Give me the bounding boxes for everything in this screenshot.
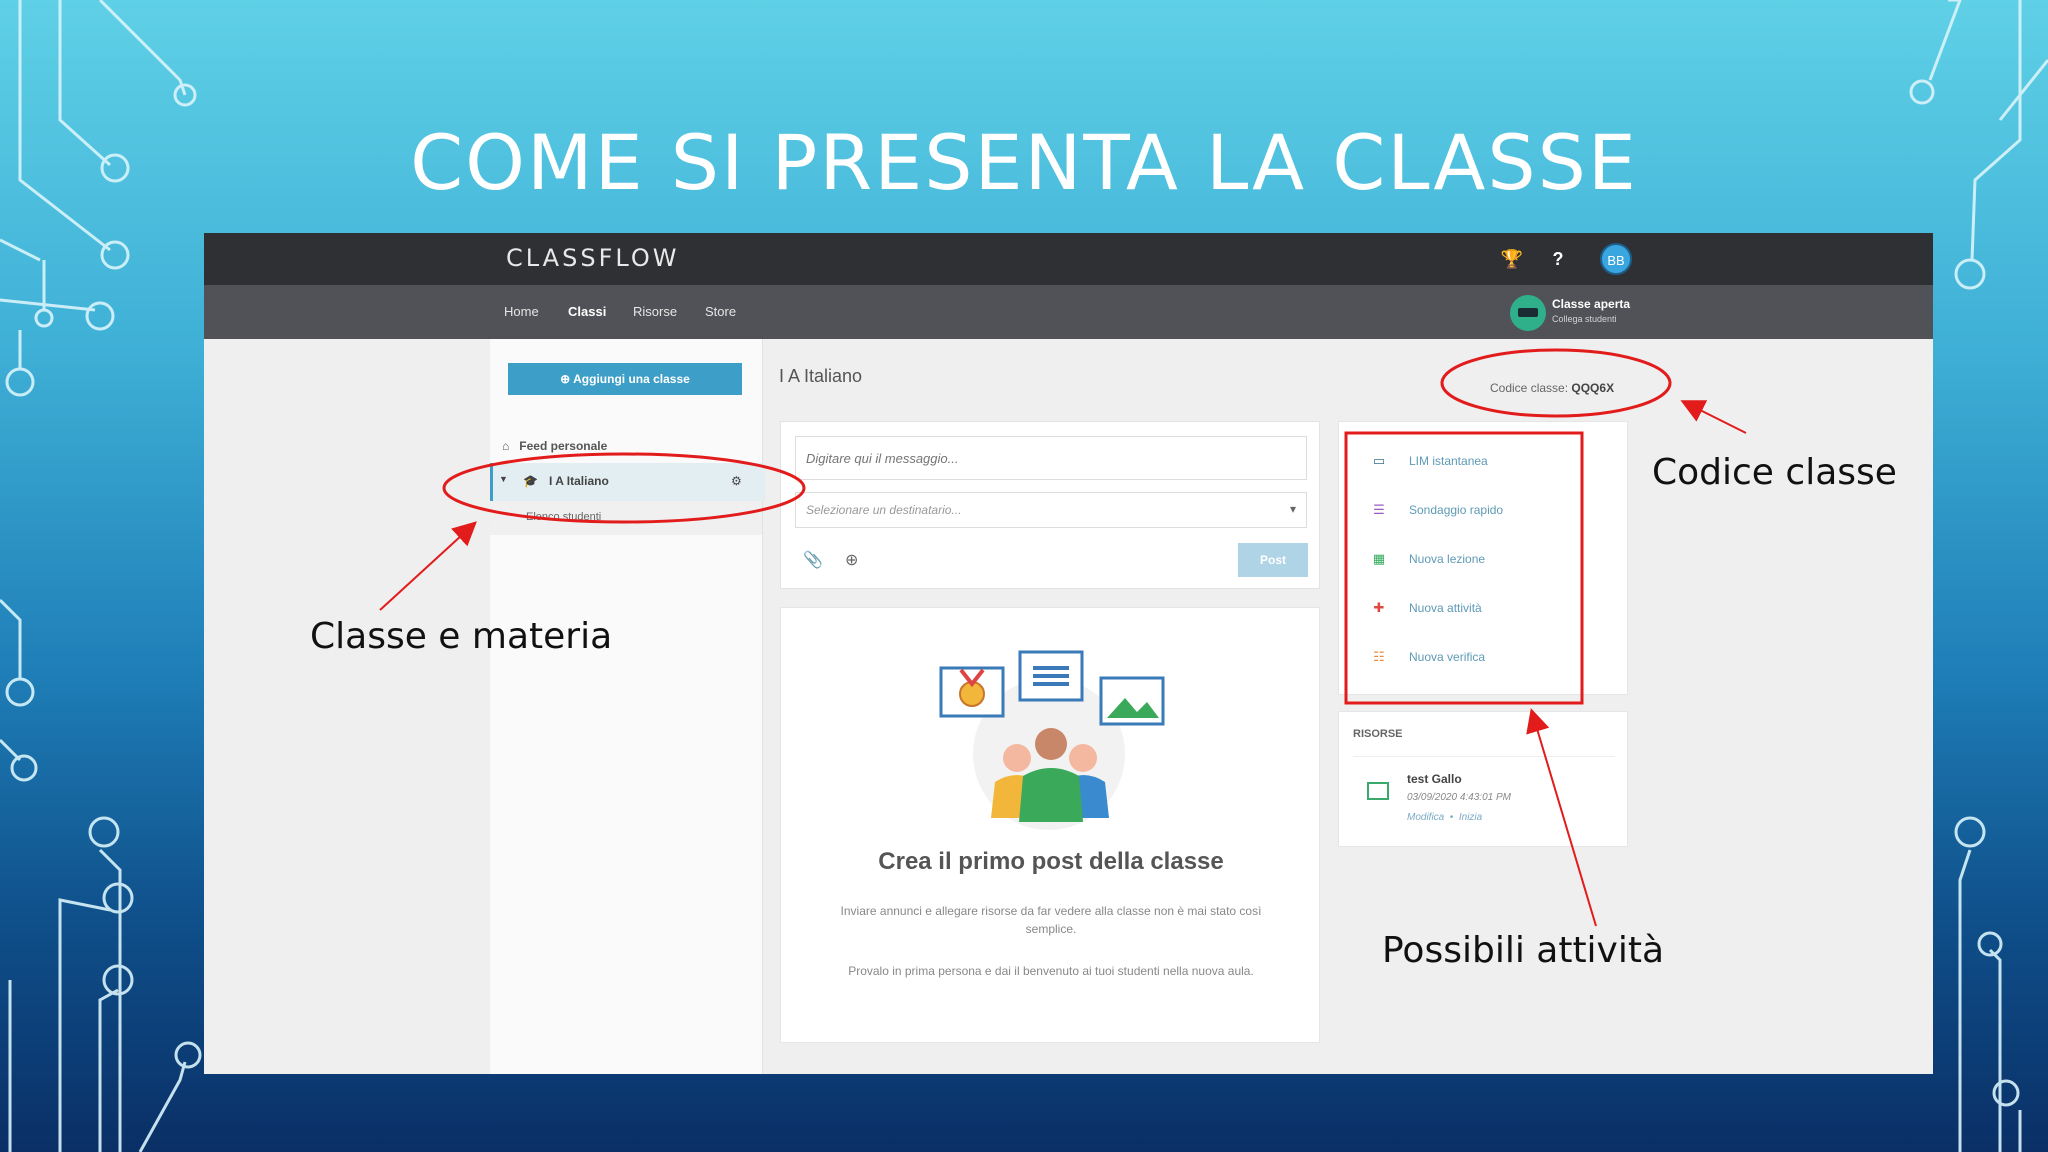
resources-panel: RISORSE test Gallo 03/09/2020 4:43:01 PM…: [1338, 711, 1628, 847]
nav-classi[interactable]: Classi: [568, 285, 606, 339]
empty-description-2: Provalo in prima persona e dai il benven…: [848, 964, 1254, 978]
quiz-icon: ☷: [1373, 649, 1385, 664]
caret-down-icon: ▼: [499, 474, 508, 484]
activity-label: Sondaggio rapido: [1409, 503, 1504, 517]
resource-name[interactable]: test Gallo: [1407, 772, 1462, 786]
slide-title: COME SI PRESENTA LA CLASSE: [410, 118, 1638, 207]
class-code: Codice classe: QQQ6X: [1490, 381, 1614, 395]
post-composer: Selezionare un destinatario... ▾ 📎 ⊕ Pos…: [780, 421, 1320, 589]
students-label: Elenco studenti: [526, 511, 602, 523]
activity-icon: ✚: [1373, 600, 1385, 615]
upload-circle-icon[interactable]: ⊕: [845, 550, 858, 570]
add-class-label: Aggiungi una classe: [573, 372, 690, 386]
recipient-placeholder: Selezionare un destinatario...: [806, 503, 962, 517]
nav-home[interactable]: Home: [504, 285, 539, 339]
open-class-subtitle: Collega studenti: [1552, 314, 1617, 324]
resource-date: 03/09/2020 4:43:01 PM: [1407, 792, 1511, 803]
feed-personale-link[interactable]: ⌂ Feed personale: [502, 439, 607, 453]
graduation-cap-icon: [1510, 295, 1546, 331]
class-name-label: I A Italiano: [549, 474, 609, 488]
user-avatar[interactable]: BB: [1600, 243, 1632, 275]
activity-label: Nuova attività: [1409, 601, 1482, 615]
paperclip-icon[interactable]: 📎: [803, 550, 823, 570]
poll-icon: ☰: [1373, 502, 1385, 517]
resource-start-link[interactable]: Inizia: [1459, 812, 1482, 823]
nav-bar: Home Classi Risorse Store Classe aperta …: [204, 285, 1933, 339]
graduation-cap-icon: 🎓: [523, 474, 538, 488]
activities-panel: ▭ LIM istantanea ☰ Sondaggio rapido ▦ Nu…: [1338, 421, 1628, 695]
class-sidebar: ⊕ Aggiungi una classe ⌂ Feed personale ▼…: [490, 339, 765, 1074]
activity-label: Nuova verifica: [1409, 650, 1486, 664]
empty-feed-card: Crea il primo post della classe Inviare …: [780, 607, 1320, 1043]
nav-store[interactable]: Store: [705, 285, 736, 339]
annotation-activities: Possibili attività: [1382, 930, 1665, 971]
resource-edit-link[interactable]: Modifica: [1407, 812, 1444, 823]
add-class-button[interactable]: ⊕ Aggiungi una classe: [508, 363, 742, 395]
home-icon: ⌂: [502, 439, 510, 453]
lesson-icon: [1367, 782, 1389, 800]
lesson-icon: ▦: [1372, 551, 1386, 566]
gear-icon[interactable]: ⚙: [731, 474, 742, 488]
open-class-title: Classe aperta: [1552, 297, 1631, 311]
trophy-icon[interactable]: 🏆: [1498, 245, 1526, 273]
feed-label: Feed personale: [519, 439, 608, 453]
resources-heading: RISORSE: [1353, 728, 1403, 740]
activity-label: LIM istantanea: [1409, 454, 1488, 468]
whiteboard-icon: ▭: [1372, 453, 1386, 468]
caret-down-icon: ▾: [1289, 502, 1296, 516]
message-input[interactable]: [795, 436, 1307, 480]
class-code-label: Codice classe:: [1490, 381, 1569, 395]
divider: [1353, 756, 1615, 757]
students-list-link[interactable]: Elenco studenti: [490, 501, 762, 535]
sidebar-item-class[interactable]: ▼ 🎓 I A Italiano ⚙: [490, 463, 765, 501]
post-button[interactable]: Post: [1238, 543, 1308, 577]
help-icon[interactable]: ?: [1544, 245, 1572, 273]
activity-label: Nuova lezione: [1409, 552, 1486, 566]
top-bar: CLASSFLOW 🏆 ? BB: [204, 233, 1933, 285]
annotation-class-subject: Classe e materia: [310, 616, 613, 657]
classflow-logo: CLASSFLOW: [506, 244, 680, 272]
nav-risorse[interactable]: Risorse: [633, 285, 677, 339]
resource-links: Modifica • Inizia: [1407, 812, 1483, 823]
annotation-class-code: Codice classe: [1652, 452, 1897, 493]
class-title: I A Italiano: [779, 366, 863, 386]
classroom-illustration: [939, 650, 1165, 830]
class-code-value: QQQ6X: [1571, 381, 1615, 395]
recipient-select[interactable]: Selezionare un destinatario... ▾: [795, 492, 1307, 528]
empty-description-1: Inviare annunci e allegare risorse da fa…: [840, 904, 1262, 936]
empty-title: Crea il primo post della classe: [878, 848, 1224, 875]
plus-circle-icon: ⊕: [560, 372, 571, 386]
